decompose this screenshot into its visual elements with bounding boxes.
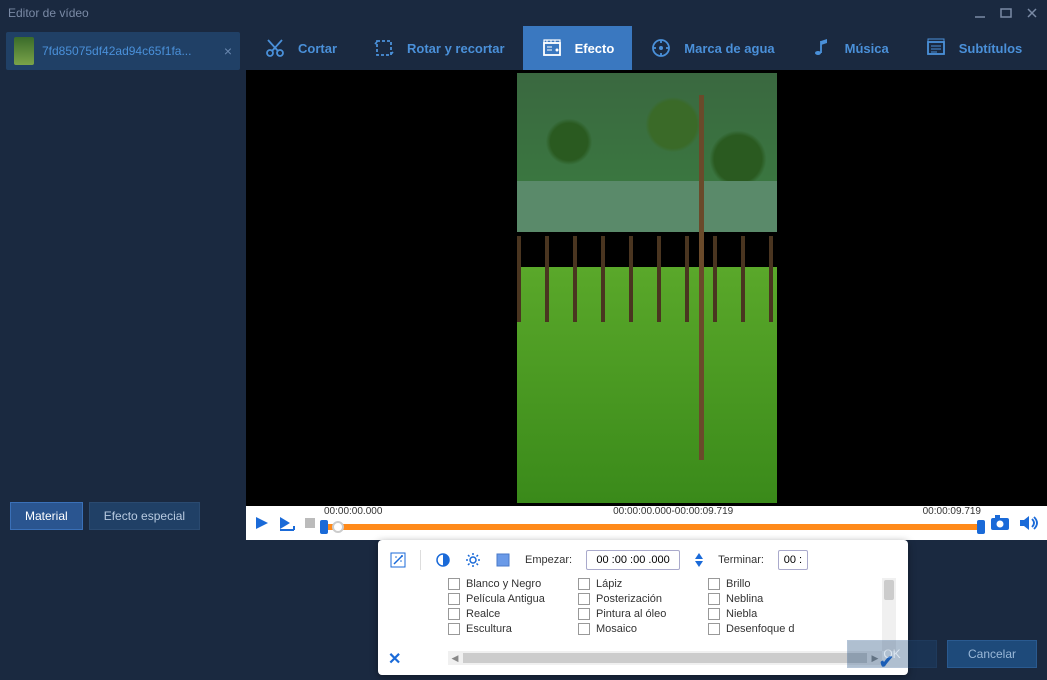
rotar-button[interactable]: Rotar y recortar [355,26,523,70]
checkbox-icon[interactable] [448,608,460,620]
subtitles-icon [925,37,947,59]
volume-button[interactable] [1019,515,1039,531]
minimize-button[interactable] [973,6,987,20]
video-preview [246,70,1047,506]
trim-end-handle[interactable] [977,520,985,534]
effect-option[interactable]: Pintura al óleo [578,608,708,620]
effect-option[interactable]: Película Antigua [448,593,578,605]
effect-option[interactable]: Posterización [578,593,708,605]
stop-button[interactable] [304,517,316,529]
checkbox-icon[interactable] [578,593,590,605]
file-name: 7fd85075df42ad94c65f1fa... [42,44,216,58]
effect-option[interactable]: Escultura [448,623,578,635]
ok-button[interactable]: OK [847,640,937,668]
time-start: 00:00:00.000 [324,506,382,517]
effect-option[interactable]: Lápiz [578,578,708,590]
musica-button[interactable]: Música [793,26,907,70]
trim-start-handle[interactable] [320,520,328,534]
cortar-button[interactable]: Cortar [246,26,355,70]
timeline: 00:00:00.000 00:00:00.000-00:00:09.719 0… [246,506,1047,540]
time-range: 00:00:00.000-00:00:09.719 [613,506,733,517]
music-icon [811,37,833,59]
brightness-icon[interactable] [465,552,481,568]
checkbox-icon[interactable] [578,623,590,635]
effect-option[interactable]: Niebla [708,608,838,620]
play-next-button[interactable] [278,515,296,531]
effect-option[interactable]: Brillo [708,578,838,590]
checkbox-icon[interactable] [708,608,720,620]
effects-list: Blanco y Negro Película Antigua Realce Escu… [390,578,896,665]
play-button[interactable] [254,515,270,531]
effects-cancel-icon[interactable]: ✕ [388,649,401,669]
empezar-input[interactable] [586,550,680,570]
effect-option[interactable]: Desenfoque d [708,623,838,635]
playhead[interactable] [332,521,344,533]
checkbox-icon[interactable] [578,608,590,620]
terminar-label: Terminar: [718,554,764,566]
time-end: 00:00:09.719 [923,506,981,517]
timeline-track[interactable]: 00:00:00.000 00:00:00.000-00:00:09.719 0… [324,506,981,540]
video-frame [517,73,777,503]
checkbox-icon[interactable] [448,578,460,590]
effects-panel: Empezar: Terminar: Blanco y Negro Películ… [378,540,908,675]
checkbox-icon[interactable] [448,593,460,605]
material-tab[interactable]: Material [10,502,83,530]
checkbox-icon[interactable] [708,623,720,635]
cancel-button[interactable]: Cancelar [947,640,1037,668]
subtitulos-button[interactable]: Subtítulos [907,26,1041,70]
close-button[interactable] [1025,6,1039,20]
magic-wand-icon[interactable] [390,552,406,568]
checkbox-icon[interactable] [448,623,460,635]
efecto-especial-tab[interactable]: Efecto especial [89,502,200,530]
close-file-icon[interactable]: × [224,43,232,59]
scissors-icon [264,37,286,59]
empezar-spinner[interactable] [694,552,704,568]
terminar-input[interactable] [778,550,808,570]
checkbox-icon[interactable] [708,593,720,605]
checkbox-icon[interactable] [578,578,590,590]
effect-option[interactable]: Realce [448,608,578,620]
effect-option[interactable]: Blanco y Negro [448,578,578,590]
toolbar: Cortar Rotar y recortar Efecto Marca de … [246,26,1047,70]
file-tab[interactable]: 7fd85075df42ad94c65f1fa... × [6,32,240,70]
scroll-left-icon[interactable]: ◀ [448,653,462,664]
contrast-icon[interactable] [435,552,451,568]
checkbox-icon[interactable] [708,578,720,590]
titlebar: Editor de vídeo [0,0,1047,26]
sidebar: 7fd85075df42ad94c65f1fa... × Material Ef… [0,26,246,680]
effect-option[interactable]: Neblina [708,593,838,605]
crop-icon [373,37,395,59]
efecto-button[interactable]: Efecto [523,26,633,70]
color-square-icon[interactable] [495,552,511,568]
effect-option[interactable]: Mosaico [578,623,708,635]
maximize-button[interactable] [999,6,1013,20]
window-title: Editor de vídeo [8,6,973,20]
snapshot-button[interactable] [989,514,1011,532]
watermark-icon [650,37,672,59]
empezar-label: Empezar: [525,554,572,566]
file-thumbnail [14,37,34,65]
effects-hscroll[interactable]: ◀ ▶ [448,651,882,665]
effect-icon [541,37,563,59]
marca-button[interactable]: Marca de agua [632,26,792,70]
